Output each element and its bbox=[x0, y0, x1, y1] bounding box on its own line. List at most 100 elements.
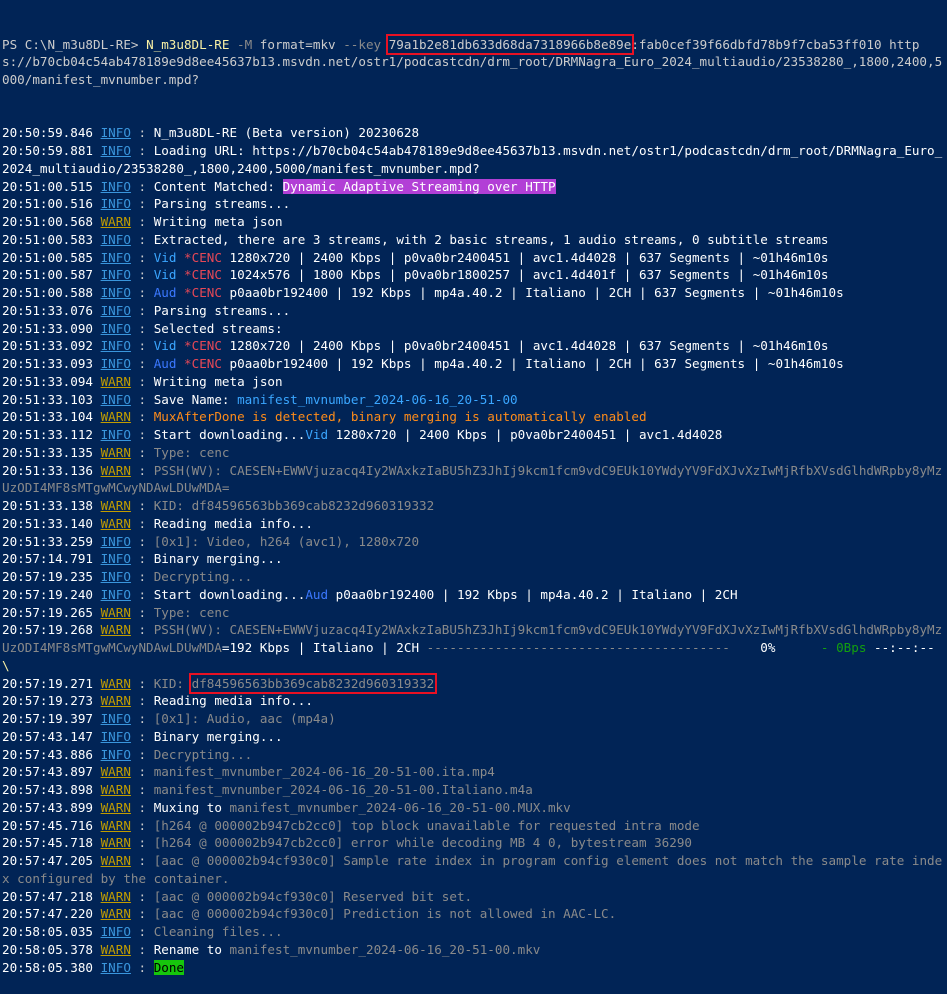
log-level: INFO bbox=[100, 249, 131, 265]
log-level: WARN bbox=[100, 498, 131, 513]
log-line: 20:51:33.094 WARN : Writing meta json bbox=[2, 373, 283, 389]
log-line: 20:57:47.205 WARN : [aac @ 000002b94cf93… bbox=[2, 853, 943, 886]
log-message: Loading URL: https://b70cb04c54ab478189e… bbox=[2, 143, 943, 176]
log-line: 20:51:33.138 WARN : KID: df84596563bb369… bbox=[2, 498, 435, 513]
log-timestamp: 20:57:43.899 bbox=[2, 799, 93, 815]
log-line: 20:57:43.898 WARN : manifest_mvnumber_20… bbox=[2, 782, 533, 797]
log-level: WARN bbox=[100, 888, 131, 904]
log-level: INFO bbox=[100, 427, 131, 442]
log-message: Start downloading... bbox=[153, 586, 306, 602]
log-timestamp: 20:51:00.588 bbox=[2, 285, 93, 300]
command-format: format=mkv bbox=[252, 36, 336, 52]
log-timestamp: 20:58:05.035 bbox=[2, 924, 93, 939]
log-level: WARN bbox=[100, 764, 131, 780]
log-message bbox=[176, 356, 184, 371]
log-message: Save Name: bbox=[153, 391, 238, 407]
log-line: 20:51:33.140 WARN : Reading media info..… bbox=[2, 515, 313, 531]
log-message: Binary merging... bbox=[153, 551, 283, 567]
log-level: INFO bbox=[100, 728, 131, 744]
log-timestamp: 20:57:14.791 bbox=[2, 551, 93, 567]
log-message: Type: cenc bbox=[153, 604, 230, 620]
log-message: Binary merging... bbox=[153, 728, 283, 744]
log-line: 20:57:47.220 WARN : [aac @ 000002b94cf93… bbox=[2, 906, 617, 922]
log-timestamp: 20:51:33.259 bbox=[2, 533, 93, 549]
log-message: Parsing streams... bbox=[153, 302, 291, 318]
log-message: KID: bbox=[153, 675, 192, 691]
log-line: 20:51:33.076 INFO : Parsing streams... bbox=[2, 302, 291, 318]
log-level: INFO bbox=[100, 391, 131, 407]
log-line: 20:57:43.147 INFO : Binary merging... bbox=[2, 728, 283, 744]
log-timestamp: 20:51:33.090 bbox=[2, 320, 93, 336]
log-message: Writing meta json bbox=[153, 373, 283, 389]
log-line: 20:50:59.881 INFO : Loading URL: https:/… bbox=[2, 143, 943, 176]
log-timestamp: 20:57:19.273 bbox=[2, 693, 93, 709]
log-message: Rename to bbox=[153, 941, 230, 957]
log-timestamp: 20:57:19.240 bbox=[2, 586, 93, 602]
log-timestamp: 20:51:00.515 bbox=[2, 178, 93, 194]
log-message: Aud bbox=[153, 356, 177, 371]
log-message: N_m3u8DL-RE (Beta version) 20230628 bbox=[153, 125, 420, 141]
log-timestamp: 20:51:33.076 bbox=[2, 302, 93, 318]
log-timestamp: 20:50:59.846 bbox=[2, 125, 93, 141]
log-line: 20:51:00.587 INFO : Vid *CENC 1024x576 |… bbox=[2, 267, 829, 283]
log-line: 20:51:33.136 WARN : PSSH(WV): CAESEN+EWW… bbox=[2, 462, 943, 496]
log-level: INFO bbox=[100, 533, 131, 549]
log-timestamp: 20:51:33.140 bbox=[2, 515, 93, 531]
log-message: 1280x720 | 2400 Kbps | p0va0br2400451 | … bbox=[221, 338, 829, 354]
terminal-window[interactable]: PS C:\N_m3u8DL-RE> N_m3u8DL-RE -M format… bbox=[0, 0, 945, 994]
log-message: Muxing to bbox=[153, 799, 230, 815]
log-timestamp: 20:51:00.585 bbox=[2, 249, 93, 265]
log-timestamp: 20:57:19.268 bbox=[2, 622, 93, 638]
log-message: Start downloading... bbox=[153, 427, 306, 442]
log-level: INFO bbox=[100, 569, 131, 584]
log-message: ---------------------------------------- bbox=[426, 640, 730, 655]
log-level: INFO bbox=[100, 320, 131, 336]
log-line: 20:57:45.718 WARN : [h264 @ 000002b947cb… bbox=[2, 835, 693, 851]
log-line: 20:58:05.035 INFO : Cleaning files... bbox=[2, 924, 283, 939]
log-timestamp: 20:57:19.265 bbox=[2, 604, 93, 620]
log-timestamp: 20:57:43.147 bbox=[2, 728, 93, 744]
log-level: INFO bbox=[100, 551, 131, 567]
log-message: [0x1]: Audio, aac (mp4a) bbox=[153, 711, 336, 726]
log-level: INFO bbox=[100, 959, 131, 975]
log-message: Cleaning files... bbox=[153, 924, 283, 939]
log-message: Decrypting... bbox=[153, 746, 253, 762]
log-level: WARN bbox=[100, 817, 131, 833]
log-message: manifest_mvnumber_2024-06-16_20-51-00.mk… bbox=[229, 941, 541, 957]
log-level: WARN bbox=[100, 515, 131, 531]
log-message: *CENC bbox=[184, 285, 222, 300]
log-level: WARN bbox=[100, 462, 131, 478]
log-message: manifest_mvnumber_2024-06-16_20-51-00.it… bbox=[153, 764, 495, 780]
log-timestamp: 20:57:47.205 bbox=[2, 853, 93, 868]
command-line: PS C:\N_m3u8DL-RE> N_m3u8DL-RE -M format… bbox=[2, 33, 945, 89]
log-message: Parsing streams... bbox=[153, 196, 291, 212]
log-timestamp: 20:51:33.136 bbox=[2, 462, 93, 478]
log-line: 20:57:19.268 WARN : PSSH(WV): CAESEN+EWW… bbox=[2, 622, 943, 673]
log-message: [h264 @ 000002b947cb2cc0] error while de… bbox=[153, 835, 693, 851]
log-level: INFO bbox=[100, 178, 131, 194]
command-key-value: :fab0cef39f66dbfd78b9f7cba53ff010 bbox=[631, 36, 882, 52]
log-message bbox=[176, 250, 184, 265]
log-line: 20:57:47.218 WARN : [aac @ 000002b94cf93… bbox=[2, 888, 473, 904]
log-timestamp: 20:51:33.092 bbox=[2, 338, 93, 354]
log-timestamp: 20:57:43.897 bbox=[2, 764, 93, 780]
log-line: 20:51:33.259 INFO : [0x1]: Video, h264 (… bbox=[2, 533, 420, 549]
log-level: INFO bbox=[100, 711, 131, 726]
highlighted-key-id: 79a1b2e81db633d68da7318966b8e89e bbox=[385, 33, 635, 55]
log-timestamp: 20:57:43.898 bbox=[2, 782, 93, 797]
log-message: *CENC bbox=[184, 356, 222, 371]
log-message: Vid bbox=[153, 338, 177, 354]
log-line: 20:57:19.271 WARN : KID: df84596563bb369… bbox=[2, 672, 438, 694]
log-timestamp: 20:51:00.516 bbox=[2, 196, 93, 212]
log-line: 20:58:05.378 WARN : Rename to manifest_m… bbox=[2, 941, 541, 957]
log-timestamp: 20:57:47.220 bbox=[2, 906, 93, 922]
log-message: =192 Kbps | Italiano | 2CH bbox=[221, 640, 427, 655]
log-message: [aac @ 000002b94cf930c0] Sample rate ind… bbox=[2, 853, 943, 886]
prompt-text: PS C:\N_m3u8DL-RE> bbox=[2, 36, 147, 52]
log-timestamp: 20:51:00.568 bbox=[2, 214, 93, 229]
log-level: INFO bbox=[100, 267, 131, 283]
command-flag-key: --key bbox=[335, 36, 389, 52]
log-timestamp: 20:51:00.587 bbox=[2, 267, 93, 283]
log-message: *CENC bbox=[184, 267, 222, 283]
log-timestamp: 20:58:05.380 bbox=[2, 959, 93, 975]
